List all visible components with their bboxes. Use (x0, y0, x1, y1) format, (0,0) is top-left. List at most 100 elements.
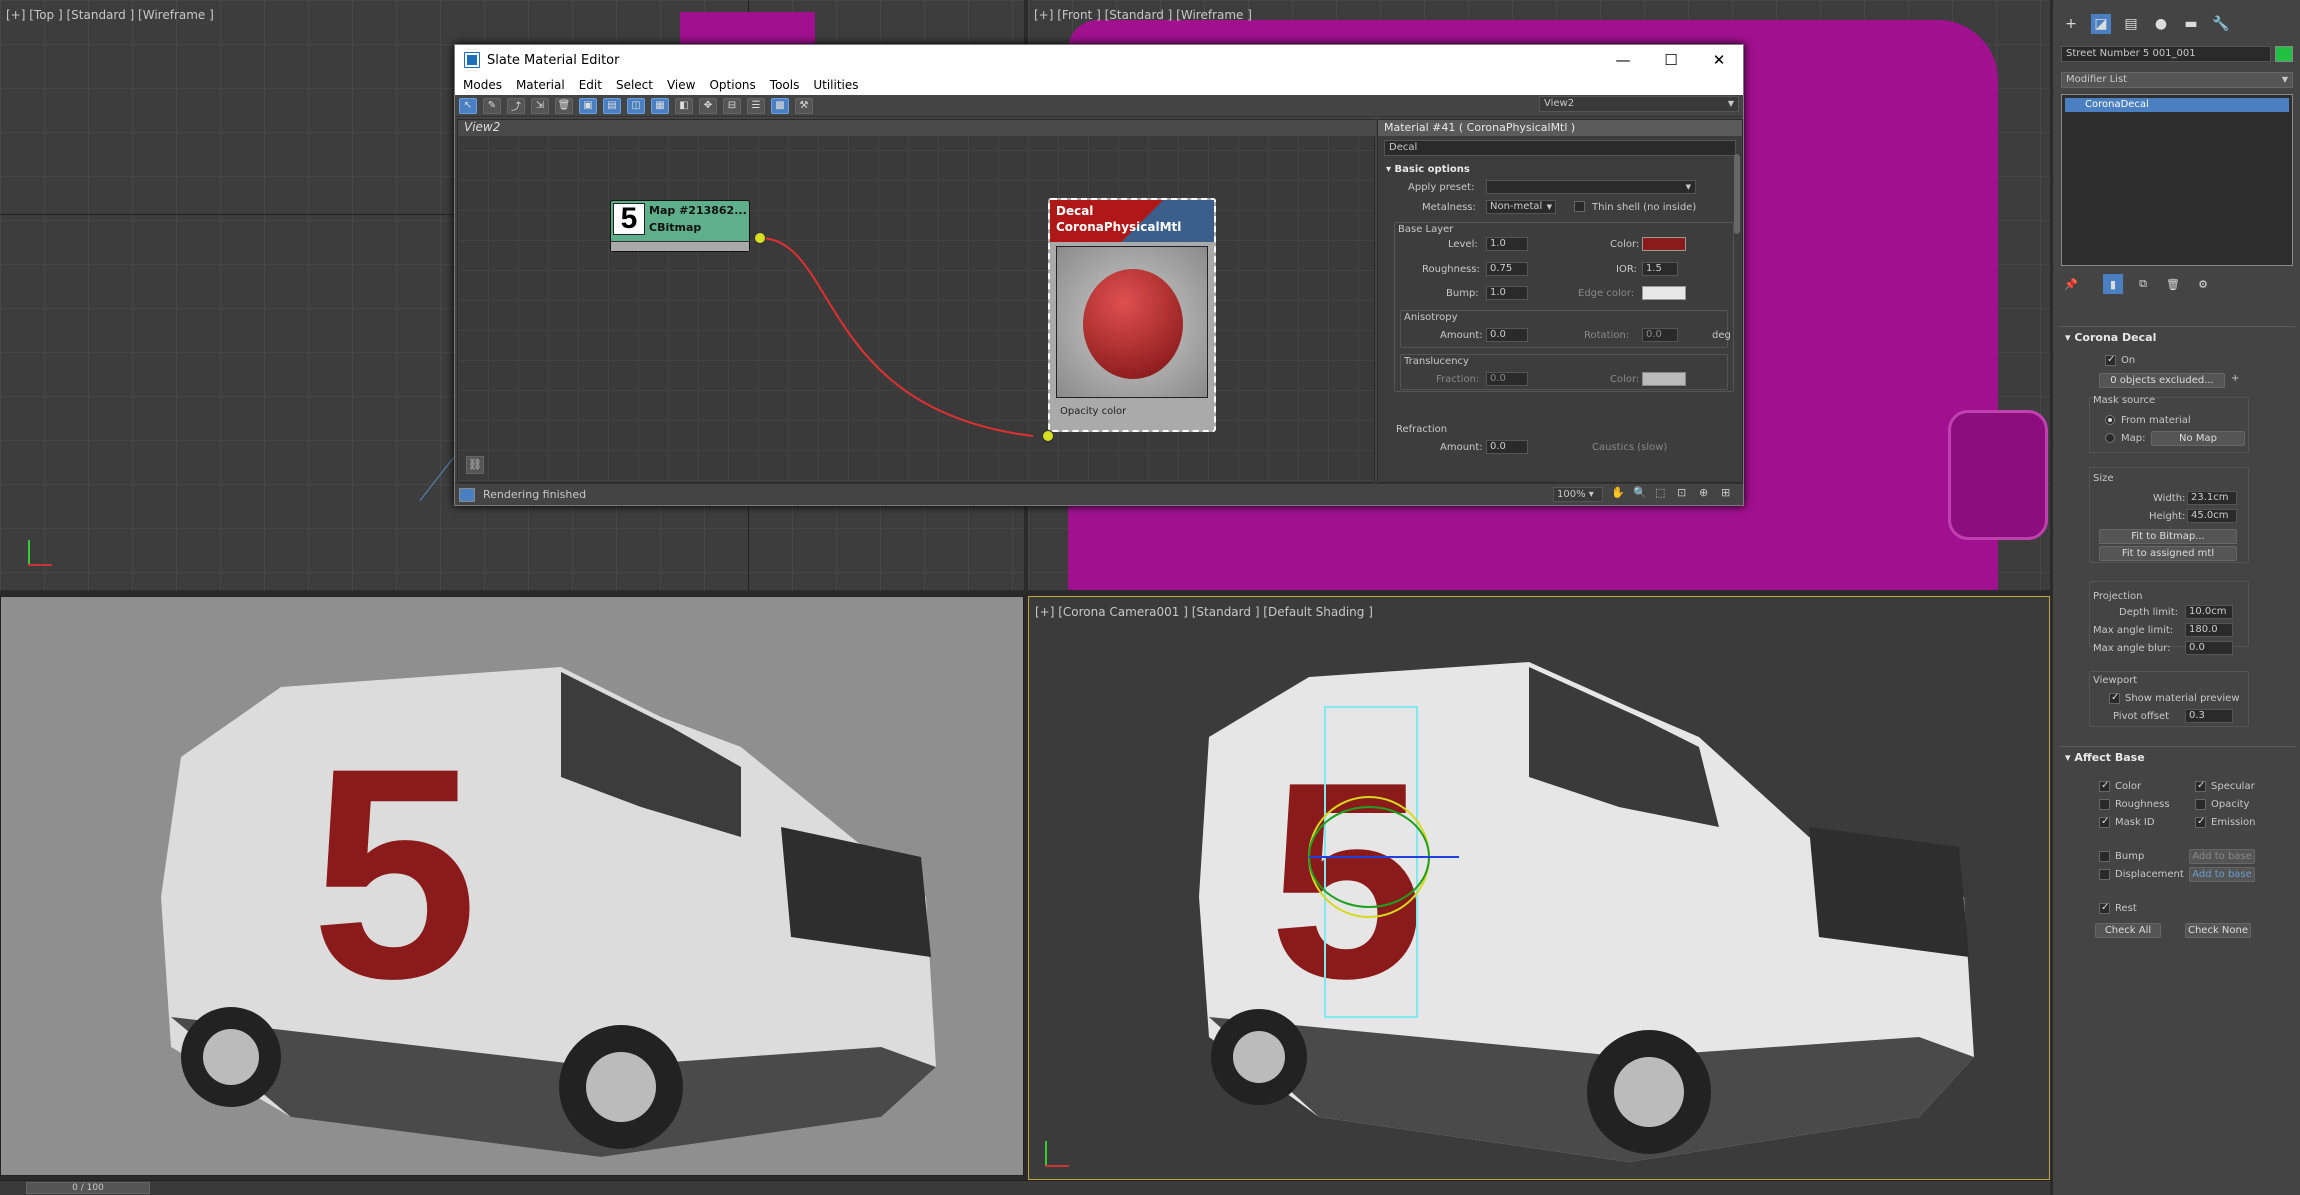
bump-spinner[interactable]: 1.0 (1486, 286, 1528, 300)
height-spinner[interactable]: 45.0cm (2187, 509, 2237, 523)
map-output-socket[interactable] (754, 232, 766, 244)
maximize-icon[interactable]: ☐ (1647, 45, 1695, 75)
no-map-button[interactable]: No Map (2151, 431, 2245, 446)
viewport-top-label[interactable]: [+] [Top ] [Standard ] [Wireframe ] (6, 8, 214, 22)
sme-titlebar[interactable]: Slate Material Editor (455, 45, 1743, 75)
zoom-selected-icon[interactable]: ⊕ (1699, 486, 1708, 499)
edge-color-swatch[interactable] (1642, 286, 1686, 300)
display-tab-icon[interactable]: ▬ (2181, 14, 2201, 34)
objects-excluded-button[interactable]: 0 objects excluded... (2099, 373, 2225, 388)
menu-tools[interactable]: Tools (770, 78, 800, 92)
slate-material-editor[interactable]: Slate Material Editor — ☐ ✕ Modes Materi… (454, 44, 1744, 506)
basic-options-rollout[interactable]: ▾ Basic options (1386, 164, 1470, 175)
modifier-list-select[interactable]: Modifier List ▼ (2061, 72, 2293, 88)
thin-shell-checkbox[interactable] (1574, 201, 1585, 212)
from-material-radio[interactable] (2105, 415, 2115, 425)
assign-icon[interactable]: ⇲ (531, 97, 549, 114)
trans-color-swatch[interactable] (1642, 372, 1686, 386)
parameter-editor-icon[interactable]: ⚒ (795, 97, 813, 114)
width-spinner[interactable]: 23.1cm (2187, 491, 2237, 505)
show-bg-icon[interactable]: ▤ (603, 97, 621, 114)
add-to-base-disp-button[interactable]: Add to base (2189, 867, 2255, 882)
bump-checkbox[interactable] (2099, 851, 2110, 862)
object-color-swatch[interactable] (2275, 46, 2293, 62)
create-tab-icon[interactable]: + (2061, 14, 2081, 34)
color-checkbox[interactable] (2099, 780, 2110, 792)
emission-checkbox[interactable] (2195, 816, 2206, 828)
view-select[interactable]: View2 ▼ (1539, 96, 1739, 112)
level-spinner[interactable]: 1.0 (1486, 237, 1528, 251)
menu-select[interactable]: Select (616, 78, 653, 92)
fit-to-bitmap-button[interactable]: Fit to Bitmap... (2099, 529, 2237, 544)
show-preview-checkbox[interactable] (2109, 692, 2120, 704)
menu-options[interactable]: Options (709, 78, 755, 92)
node-canvas[interactable]: View2 5 Map #213862... CBitmap Decal Cor… (457, 119, 1376, 483)
checker-icon[interactable]: ▦ (651, 97, 669, 114)
configure-sets-icon[interactable]: ⚙ (2193, 274, 2213, 294)
roughness-checkbox[interactable] (2099, 799, 2110, 810)
menu-modes[interactable]: Modes (463, 78, 502, 92)
move-children-icon[interactable]: ✥ (699, 97, 717, 114)
menu-utilities[interactable]: Utilities (813, 78, 858, 92)
on-checkbox[interactable] (2105, 354, 2116, 366)
menu-view[interactable]: View (667, 78, 695, 92)
zoom-icon[interactable]: 🔍 (1633, 486, 1647, 499)
frame-all-icon[interactable]: ⊞ (1721, 486, 1730, 499)
material-parameter-editor[interactable]: Material #41 ( CoronaPhysicalMtl ) Decal… (1377, 119, 1743, 483)
affect-base-title[interactable]: ▾ Affect Base (2059, 747, 2295, 768)
timeline-bar[interactable]: 0 / 100 (0, 1180, 2050, 1195)
modify-tab-icon[interactable]: ◪ (2091, 14, 2111, 34)
node-icon[interactable]: ◧ (675, 97, 693, 114)
zoom-select[interactable]: 100% ▾ (1553, 487, 1603, 502)
max-blur-spinner[interactable]: 0.0 (2185, 641, 2233, 655)
utilities-tab-icon[interactable]: 🔧 (2211, 14, 2231, 34)
layout-icon[interactable]: ◫ (627, 97, 645, 114)
max-angle-spinner[interactable]: 180.0 (2185, 623, 2233, 637)
apply-preset-select[interactable]: ▼ (1486, 180, 1696, 194)
close-icon[interactable]: ✕ (1695, 45, 1743, 75)
select-tool-icon[interactable]: ↖ (459, 97, 477, 114)
eyedropper-icon[interactable]: ✎ (483, 97, 501, 114)
depth-limit-spinner[interactable]: 10.0cm (2185, 605, 2233, 619)
time-slider[interactable]: 0 / 100 (26, 1182, 150, 1194)
rest-checkbox[interactable] (2099, 902, 2110, 914)
zoom-region-icon[interactable]: ⬚ (1655, 486, 1665, 499)
specular-checkbox[interactable] (2195, 780, 2206, 792)
motion-tab-icon[interactable]: ● (2151, 14, 2171, 34)
delete-icon[interactable]: 🗑 (555, 97, 573, 114)
displacement-checkbox[interactable] (2099, 869, 2110, 880)
aniso-amount-spinner[interactable]: 0.0 (1486, 328, 1528, 342)
rotation-spinner[interactable]: 0.0 (1642, 328, 1678, 342)
menu-material[interactable]: Material (516, 78, 565, 92)
pan-icon[interactable]: ✋ (1611, 486, 1625, 499)
mask-id-checkbox[interactable] (2099, 816, 2110, 828)
hide-slots-icon[interactable]: ⊟ (723, 97, 741, 114)
modifier-stack[interactable]: CoronaDecal (2061, 94, 2293, 266)
props-scrollbar[interactable] (1734, 154, 1740, 234)
add-exclude-icon[interactable]: + (2231, 373, 2239, 384)
pivot-offset-spinner[interactable]: 0.3 (2185, 709, 2233, 723)
opacity-input-socket[interactable] (1042, 430, 1054, 442)
material-map-navigator-icon[interactable]: ▩ (771, 97, 789, 114)
navigator-icon[interactable]: ⛓ (466, 456, 484, 474)
base-color-swatch[interactable] (1642, 237, 1686, 251)
corona-decal-title[interactable]: ▾ Corona Decal (2059, 327, 2295, 348)
hierarchy-tab-icon[interactable]: ▤ (2121, 14, 2141, 34)
pin-stack-icon[interactable]: 📌 (2061, 274, 2081, 294)
add-to-base-bump-button[interactable]: Add to base (2189, 849, 2255, 864)
check-all-button[interactable]: Check All (2095, 923, 2161, 938)
material-name-field[interactable]: Decal (1384, 140, 1736, 156)
ior-spinner[interactable]: 1.5 (1642, 262, 1678, 276)
show-map-icon[interactable]: ▣ (579, 97, 597, 114)
fraction-spinner[interactable]: 0.0 (1486, 372, 1528, 386)
check-none-button[interactable]: Check None (2185, 923, 2251, 938)
viewport-camera[interactable]: [+] [Corona Camera001 ] [Standard ] [Def… (1028, 596, 2050, 1180)
refr-amount-spinner[interactable]: 0.0 (1486, 440, 1528, 454)
roughness-spinner[interactable]: 0.75 (1486, 262, 1528, 276)
pick-icon[interactable]: ⤴ (507, 97, 525, 114)
menu-edit[interactable]: Edit (579, 78, 602, 92)
metalness-select[interactable]: Non-metal ▼ (1486, 200, 1556, 214)
opacity-color-slot[interactable]: Opacity color (1060, 406, 1126, 417)
viewport-front-label[interactable]: [+] [Front ] [Standard ] [Wireframe ] (1034, 8, 1252, 22)
viewport-perspective[interactable]: 5 (0, 596, 1024, 1176)
